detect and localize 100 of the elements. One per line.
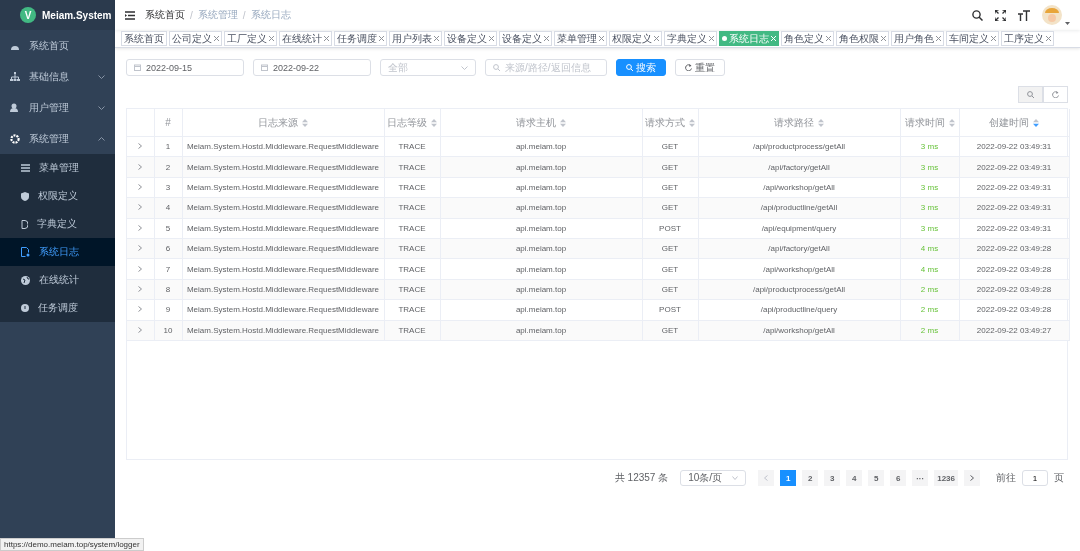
sort-icon[interactable] bbox=[431, 118, 437, 127]
close-icon[interactable] bbox=[434, 36, 439, 41]
page-tab[interactable]: 任务调度 bbox=[334, 31, 387, 46]
page-tab[interactable]: 权限定义 bbox=[609, 31, 662, 46]
submenu-item[interactable]: 权限定义 bbox=[0, 182, 115, 210]
breadcrumb-item[interactable]: 系统首页 bbox=[145, 8, 185, 22]
expand-chevron-icon[interactable] bbox=[138, 143, 143, 150]
expand-chevron-icon[interactable] bbox=[138, 265, 143, 272]
table-cell: Meiam.System.Hostd.Middleware.RequestMiddleware bbox=[182, 136, 384, 157]
close-icon[interactable] bbox=[269, 36, 274, 41]
expand-chevron-icon[interactable] bbox=[138, 183, 143, 190]
close-icon[interactable] bbox=[324, 36, 329, 41]
sort-icon[interactable] bbox=[818, 118, 824, 127]
page-size-select[interactable]: 10条/页 bbox=[680, 470, 747, 486]
sidebar-item[interactable]: 系统管理 bbox=[0, 123, 115, 154]
expand-chevron-icon[interactable] bbox=[138, 306, 143, 313]
close-icon[interactable] bbox=[826, 36, 831, 41]
close-icon[interactable] bbox=[379, 36, 384, 41]
page-button[interactable]: 6 bbox=[890, 470, 907, 486]
logo-icon: V bbox=[20, 7, 36, 23]
submenu-item[interactable]: 系统日志 bbox=[0, 238, 115, 266]
close-icon[interactable] bbox=[1046, 36, 1051, 41]
close-icon[interactable] bbox=[936, 36, 941, 41]
page-tab[interactable]: 设备定义 bbox=[499, 31, 552, 46]
close-icon[interactable] bbox=[214, 36, 219, 41]
reset-button[interactable]: 重置 bbox=[675, 59, 725, 76]
page-tab[interactable]: 菜单管理 bbox=[554, 31, 607, 46]
row-number: 9 bbox=[154, 299, 182, 320]
expand-chevron-icon[interactable] bbox=[138, 245, 143, 252]
table-cell: /api/productline/query bbox=[698, 299, 900, 320]
page-tab[interactable]: 角色定义 bbox=[781, 31, 834, 46]
table-cell: Meiam.System.Hostd.Middleware.RequestMiddleware bbox=[182, 258, 384, 280]
font-size-icon[interactable] bbox=[1018, 9, 1030, 21]
row-number: 3 bbox=[154, 177, 182, 198]
submenu-item[interactable]: 在线统计 bbox=[0, 266, 115, 294]
page-button[interactable]: ··· bbox=[912, 470, 929, 486]
page-button[interactable]: 2 bbox=[802, 470, 819, 486]
sort-icon[interactable] bbox=[1033, 118, 1039, 127]
table-cell: 3 ms bbox=[900, 177, 959, 198]
page-tab[interactable]: 在线统计 bbox=[279, 31, 332, 46]
expand-chevron-icon[interactable] bbox=[138, 163, 143, 170]
fullscreen-icon[interactable] bbox=[995, 9, 1006, 21]
page-tab[interactable]: 字典定义 bbox=[664, 31, 717, 46]
table-cell: GET bbox=[642, 258, 698, 280]
submenu-item[interactable]: 任务调度 bbox=[0, 294, 115, 322]
page-tab[interactable]: 设备定义 bbox=[444, 31, 497, 46]
page-jump-field[interactable]: 1 bbox=[1022, 470, 1048, 486]
search-toggle-button[interactable] bbox=[1018, 86, 1043, 103]
page-button[interactable]: 3 bbox=[824, 470, 841, 486]
sort-icon[interactable] bbox=[948, 118, 955, 127]
close-icon[interactable] bbox=[881, 36, 886, 41]
close-icon[interactable] bbox=[654, 36, 659, 41]
page-button[interactable]: 5 bbox=[868, 470, 885, 486]
sort-icon[interactable] bbox=[302, 118, 308, 127]
page-tab[interactable]: 公司定义 bbox=[169, 31, 222, 46]
table-cell: /api/workshop/getAll bbox=[698, 177, 900, 198]
date-field[interactable]: 2022-09-22 bbox=[253, 59, 371, 76]
sidebar-item[interactable]: 基础信息 bbox=[0, 61, 115, 92]
page-tab[interactable]: 用户列表 bbox=[389, 31, 442, 46]
close-icon[interactable] bbox=[991, 36, 996, 41]
menu-icon[interactable] bbox=[125, 10, 135, 20]
expand-chevron-icon[interactable] bbox=[138, 285, 143, 292]
table-cell: TRACE bbox=[384, 299, 440, 320]
sort-icon[interactable] bbox=[689, 118, 695, 127]
submenu-item[interactable]: 菜单管理 bbox=[0, 154, 115, 182]
sitemap-icon bbox=[10, 72, 20, 81]
table-cell: TRACE bbox=[384, 218, 440, 239]
table-cell: 2022-09-22 03:49:28 bbox=[959, 258, 1069, 280]
refresh-button[interactable] bbox=[1043, 86, 1068, 103]
page-button[interactable]: 1236 bbox=[934, 470, 958, 486]
expand-chevron-icon[interactable] bbox=[138, 326, 143, 333]
page-tab[interactable]: 系统首页 bbox=[121, 31, 167, 46]
submenu-item[interactable]: 字典定义 bbox=[0, 210, 115, 238]
page-tab[interactable]: 工厂定义 bbox=[224, 31, 277, 46]
expand-chevron-icon[interactable] bbox=[138, 204, 143, 211]
table-cell: 4 ms bbox=[900, 258, 959, 280]
page-tab[interactable]: 车间定义 bbox=[946, 31, 999, 46]
table-cell: 2022-09-22 03:49:31 bbox=[959, 177, 1069, 198]
sidebar-item[interactable]: 系统首页 bbox=[0, 30, 115, 61]
sort-icon[interactable] bbox=[560, 118, 566, 127]
table-cell: POST bbox=[642, 299, 698, 320]
search-icon[interactable] bbox=[972, 9, 983, 21]
close-icon[interactable] bbox=[489, 36, 494, 41]
table-cell: Meiam.System.Hostd.Middleware.RequestMiddleware bbox=[182, 299, 384, 320]
globe-icon bbox=[21, 275, 30, 285]
next-page-button[interactable] bbox=[964, 470, 980, 486]
expand-chevron-icon[interactable] bbox=[138, 224, 143, 231]
page-button[interactable]: 4 bbox=[846, 470, 863, 486]
close-icon[interactable] bbox=[544, 36, 549, 41]
chevron-down-icon bbox=[461, 65, 468, 70]
page-tab[interactable]: 用户角色 bbox=[891, 31, 944, 46]
log-file-icon bbox=[21, 247, 30, 257]
date-field[interactable]: 2022-09-15 bbox=[126, 59, 244, 76]
table-cell: GET bbox=[642, 136, 698, 157]
caret-down-icon[interactable] bbox=[1065, 22, 1070, 25]
close-icon[interactable] bbox=[709, 36, 714, 41]
close-icon[interactable] bbox=[599, 36, 604, 41]
page-tab[interactable]: 工序定义 bbox=[1001, 31, 1054, 46]
sidebar-item[interactable]: 用户管理 bbox=[0, 92, 115, 123]
page-tab[interactable]: 角色权限 bbox=[836, 31, 889, 46]
